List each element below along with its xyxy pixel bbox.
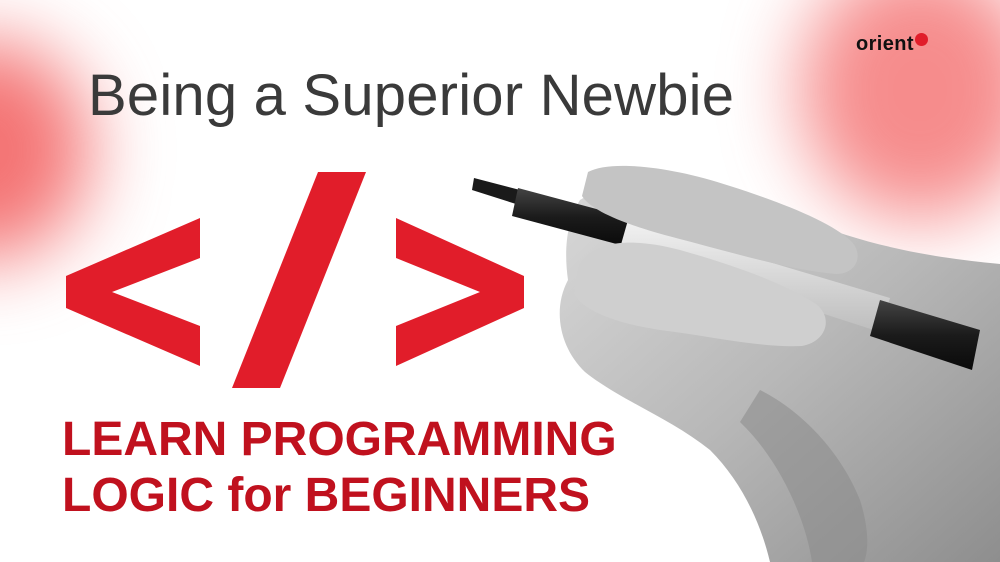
slash-shape: [232, 172, 366, 388]
headline-line-2: LOGIC for BEGINNERS: [62, 469, 591, 522]
hero-banner: Being a Superior Newbie orient LEARN PRO…: [0, 0, 1000, 562]
headline-line-1: LEARN PROGRAMMING: [62, 413, 617, 466]
subtitle: Being a Superior Newbie: [88, 63, 735, 128]
logo-wordmark: orient: [856, 32, 914, 55]
brand-logo[interactable]: orient: [856, 32, 928, 56]
less-than-shape: [66, 218, 200, 366]
headline: LEARN PROGRAMMING LOGIC for BEGINNERS: [62, 412, 617, 524]
logo-dot-icon: [914, 32, 928, 46]
